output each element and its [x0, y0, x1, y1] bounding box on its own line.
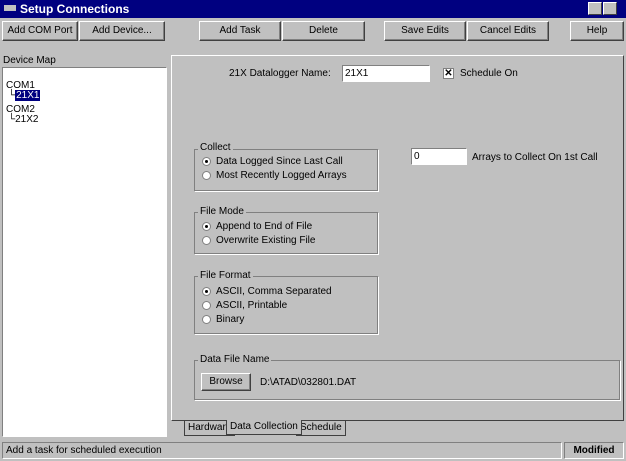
- radio-icon: [202, 235, 211, 245]
- minimize-icon[interactable]: [588, 2, 602, 15]
- collect-option-most-recent[interactable]: Most Recently Logged Arrays: [202, 170, 347, 181]
- file-mode-group-label: File Mode: [198, 206, 246, 217]
- schedule-on-checkbox[interactable]: ✕: [443, 68, 454, 79]
- data-file-group: [194, 360, 620, 400]
- cancel-edits-button[interactable]: Cancel Edits: [467, 21, 549, 41]
- collect-group-label: Collect: [198, 142, 233, 153]
- device-map-tree[interactable]: COM1 └21X1 COM2 └21X2: [2, 67, 167, 437]
- device-map-label: Device Map: [3, 55, 56, 66]
- tree-item-21x2[interactable]: 21X2: [15, 114, 38, 125]
- radio-selected-icon: [202, 156, 211, 166]
- collect-option-since-last-call[interactable]: Data Logged Since Last Call: [202, 156, 343, 167]
- delete-button[interactable]: Delete: [282, 21, 365, 41]
- radio-icon: [202, 300, 211, 310]
- file-mode-option-overwrite[interactable]: Overwrite Existing File: [202, 235, 315, 246]
- arrays-to-collect-label: Arrays to Collect On 1st Call: [472, 152, 598, 163]
- save-edits-button[interactable]: Save Edits: [384, 21, 466, 41]
- data-file-group-label: Data File Name: [198, 354, 272, 365]
- browse-button[interactable]: Browse: [201, 373, 251, 391]
- app-icon: [4, 5, 16, 11]
- tree-item-21x1[interactable]: 21X1: [15, 90, 41, 101]
- file-format-option-comma[interactable]: ASCII, Comma Separated: [202, 286, 332, 297]
- file-mode-group: [194, 212, 378, 254]
- file-format-option-printable[interactable]: ASCII, Printable: [202, 300, 287, 311]
- datalogger-name-label: 21X Datalogger Name:: [229, 68, 331, 79]
- help-button[interactable]: Help: [570, 21, 624, 41]
- file-mode-option-append[interactable]: Append to End of File: [202, 221, 312, 232]
- close-icon[interactable]: [603, 2, 617, 15]
- status-message: Add a task for scheduled execution: [2, 442, 562, 459]
- tree-connector-icon: └21X2: [8, 114, 39, 125]
- add-task-button[interactable]: Add Task: [199, 21, 281, 41]
- radio-icon: [202, 170, 211, 180]
- tab-schedule[interactable]: Schedule: [296, 421, 346, 436]
- file-format-option-binary[interactable]: Binary: [202, 314, 244, 325]
- radio-selected-icon: [202, 286, 211, 296]
- radio-selected-icon: [202, 221, 211, 231]
- arrays-to-collect-input[interactable]: 0: [411, 148, 467, 165]
- file-format-group-label: File Format: [198, 270, 253, 281]
- radio-icon: [202, 314, 211, 324]
- tab-data-collection[interactable]: Data Collection: [226, 420, 302, 435]
- schedule-on-label: Schedule On: [460, 68, 518, 79]
- window-title: Setup Connections: [20, 2, 130, 16]
- status-state: Modified: [564, 442, 624, 459]
- data-file-path: D:\ATAD\032801.DAT: [260, 377, 357, 388]
- datalogger-name-input[interactable]: 21X1: [342, 65, 430, 82]
- add-com-port-button[interactable]: Add COM Port: [2, 21, 78, 41]
- tree-connector-icon: └21X1: [8, 90, 41, 101]
- add-device-button[interactable]: Add Device...: [79, 21, 165, 41]
